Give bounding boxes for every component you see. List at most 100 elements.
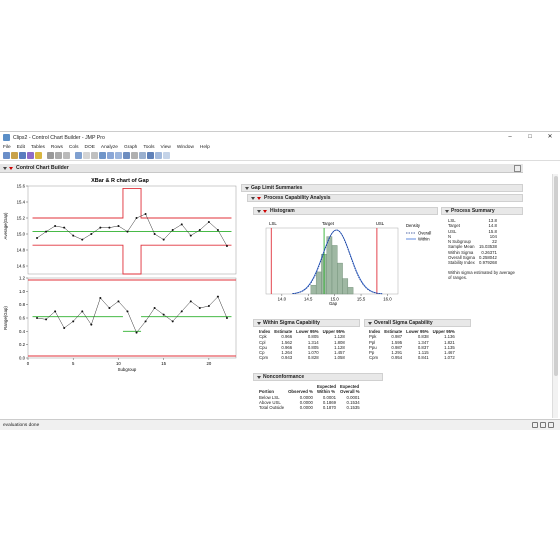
table-icon[interactable] — [75, 152, 82, 159]
x-tick-label: 15.5 — [357, 297, 366, 302]
nonconformance-header[interactable]: Nonconformance — [253, 373, 383, 381]
minimize-icon[interactable]: – — [500, 132, 520, 143]
red-triangle-menu-icon[interactable] — [257, 196, 261, 200]
data-point — [189, 300, 192, 303]
data-point — [207, 221, 210, 223]
line-tool-icon[interactable] — [147, 152, 154, 159]
disclosure-icon[interactable] — [257, 321, 261, 325]
menu-analyze[interactable]: Analyze — [98, 145, 121, 150]
hist-bar — [315, 271, 322, 295]
brush-tool-icon[interactable] — [115, 152, 122, 159]
disclosure-icon[interactable] — [257, 209, 261, 213]
legend-overall-label: Overall — [418, 231, 431, 236]
disclosure-icon[interactable] — [445, 209, 449, 213]
shape-tool-icon[interactable] — [163, 152, 170, 159]
menu-file[interactable]: File — [0, 145, 14, 150]
search-icon[interactable] — [83, 152, 90, 159]
plot-frame — [27, 185, 237, 275]
data-point — [180, 223, 183, 226]
menu-edit[interactable]: Edit — [14, 145, 28, 150]
data-point — [144, 320, 147, 323]
x-tick-label: 16.0 — [383, 297, 392, 302]
jmp-app-icon — [3, 134, 10, 141]
data-point — [72, 234, 75, 237]
disclosure-icon[interactable] — [368, 321, 372, 325]
save-icon[interactable] — [19, 152, 26, 159]
red-triangle-menu-icon[interactable] — [9, 166, 13, 170]
menu-help[interactable]: Help — [197, 145, 213, 150]
open-icon[interactable] — [11, 152, 18, 159]
annotate-icon[interactable] — [139, 152, 146, 159]
paste-icon[interactable] — [63, 152, 70, 159]
disclosure-icon[interactable] — [257, 375, 261, 379]
menu-window[interactable]: Window — [174, 145, 197, 150]
sigma-note: Within sigma estimated by average of rang… — [448, 269, 515, 280]
grab-tool-icon[interactable] — [107, 152, 114, 159]
menu-graph[interactable]: Graph — [121, 145, 140, 150]
histogram-header[interactable]: Histogram — [253, 207, 438, 215]
x-tick-label: 14.5 — [304, 297, 313, 302]
menu-tools[interactable]: Tools — [140, 145, 157, 150]
close-icon[interactable]: ✕ — [540, 132, 560, 143]
data-point — [117, 225, 120, 227]
overall-sigma-table: Index Estimate Lower 95% Upper 95% Ppk 0.987… — [369, 329, 455, 361]
within-sigma-header[interactable]: Within Sigma Capability — [253, 319, 360, 327]
lasso-tool-icon[interactable] — [123, 152, 130, 159]
plot-frame — [27, 277, 237, 359]
data-point — [171, 229, 174, 231]
x-tick-label: 10 — [116, 361, 121, 366]
menu-rows[interactable]: Rows — [48, 145, 66, 150]
chart-title: XBar & R chart of Gap — [91, 178, 149, 184]
menu-view[interactable]: View — [158, 145, 174, 150]
window-list-icon[interactable] — [548, 422, 554, 428]
y-tick-label: 1.0 — [19, 289, 26, 294]
process-summary-header[interactable]: Process Summary — [441, 207, 523, 215]
xbar-r-chart: XBar & R chart of Gap Average(Gap) Range… — [3, 178, 237, 372]
histogram-title: Histogram — [270, 208, 295, 214]
data-point — [216, 229, 219, 231]
journal-icon[interactable] — [27, 152, 34, 159]
arrow-tool-icon[interactable] — [99, 152, 106, 159]
home-icon[interactable] — [532, 422, 538, 428]
zoom-icon[interactable] — [91, 152, 98, 159]
menu-tables[interactable]: Tables — [28, 145, 48, 150]
data-point — [90, 233, 93, 235]
data-point — [225, 317, 228, 319]
scrollbar-thumb[interactable] — [554, 176, 558, 376]
y-tick-label: 14.6 — [17, 264, 26, 269]
disclosure-icon[interactable] — [251, 196, 255, 200]
vertical-scrollbar[interactable] — [552, 174, 558, 418]
cut-icon[interactable] — [47, 152, 54, 159]
data-point — [99, 297, 102, 299]
y-tick-label: 14.8 — [17, 248, 26, 253]
new-table-icon[interactable] — [3, 152, 10, 159]
y1-axis-label: Average(Gap) — [3, 212, 8, 239]
y-tick-label: 0.2 — [19, 342, 26, 347]
red-triangle-menu-icon[interactable] — [263, 209, 267, 213]
disclosure-icon[interactable] — [245, 186, 249, 190]
data-point — [36, 317, 39, 319]
table-icon[interactable] — [540, 422, 546, 428]
copy-icon[interactable] — [55, 152, 62, 159]
data-point — [153, 233, 156, 235]
disclosure-icon[interactable] — [3, 166, 7, 170]
crosshair-icon[interactable] — [131, 152, 138, 159]
data-point — [36, 237, 39, 239]
menu-cols[interactable]: Cols — [66, 145, 82, 150]
polygon-tool-icon[interactable] — [155, 152, 162, 159]
panel-title: Control Chart Builder — [16, 165, 69, 171]
panel-option-icon[interactable] — [514, 165, 521, 172]
data-point — [207, 305, 210, 307]
data-point — [54, 225, 57, 227]
menu-bar: File Edit Tables Rows Cols DOE Analyze G… — [0, 143, 560, 151]
control-chart-builder-header[interactable]: Control Chart Builder — [0, 164, 523, 173]
menu-doe[interactable]: DOE — [82, 145, 98, 150]
data-point — [126, 230, 129, 233]
maximize-icon[interactable]: □ — [520, 132, 540, 143]
overall-sigma-header[interactable]: Overall Sigma Capability — [364, 319, 471, 327]
x-tick-label: 15.0 — [330, 297, 339, 302]
process-capability-header[interactable]: Process Capability Analysis — [247, 194, 523, 202]
gap-limit-summaries-header[interactable]: Gap Limit Summaries — [241, 184, 523, 192]
folder-icon[interactable] — [35, 152, 42, 159]
y-tick-label: 0.4 — [19, 329, 26, 334]
